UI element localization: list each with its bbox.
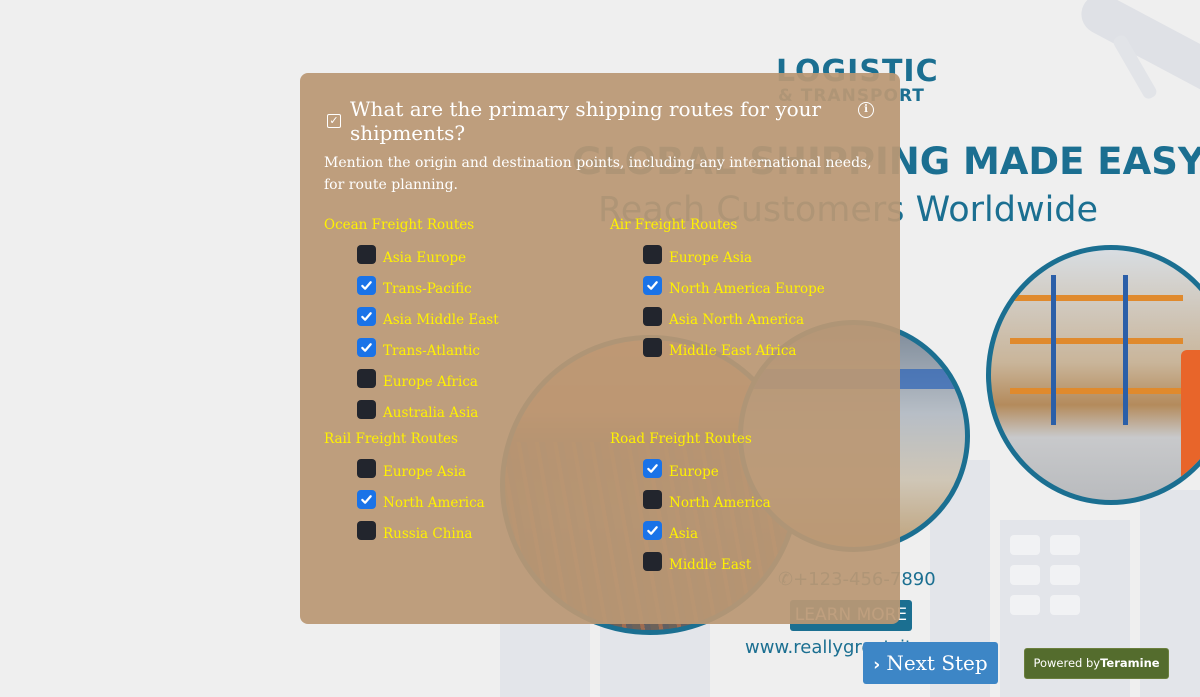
route-checkbox[interactable] <box>643 307 662 326</box>
route-option[interactable]: Middle East Africa <box>643 335 825 366</box>
route-option[interactable]: Asia Europe <box>357 242 499 273</box>
route-option-label: North America <box>669 494 771 511</box>
route-option[interactable]: Russia China <box>357 518 485 549</box>
route-checkbox[interactable] <box>357 490 376 509</box>
question-panel: ✓ What are the primary shipping routes f… <box>300 73 900 624</box>
shelf <box>1010 295 1183 301</box>
route-checkbox[interactable] <box>643 521 662 540</box>
chevron-right-icon: › <box>873 655 881 675</box>
route-checkbox[interactable] <box>357 245 376 264</box>
checkmark-icon <box>647 464 658 473</box>
checkbox-question-icon: ✓ <box>327 114 341 128</box>
route-option[interactable]: Europe <box>643 456 771 487</box>
question-title: What are the primary shipping routes for… <box>350 97 822 145</box>
route-checkbox[interactable] <box>643 490 662 509</box>
route-option[interactable]: Asia Middle East <box>357 304 499 335</box>
group-title: Ocean Freight Routes <box>324 217 475 233</box>
route-option-label: North America Europe <box>669 280 825 297</box>
building-window <box>1050 565 1080 585</box>
building-window <box>1010 535 1040 555</box>
building-window <box>1010 595 1040 615</box>
route-checkbox[interactable] <box>357 307 376 326</box>
powered-by-text: Powered by <box>1033 656 1101 670</box>
group-title: Air Freight Routes <box>610 217 738 233</box>
route-checkbox[interactable] <box>357 521 376 540</box>
route-option[interactable]: Asia North America <box>643 304 825 335</box>
route-checkbox[interactable] <box>643 276 662 295</box>
route-option-label: Asia Europe <box>383 249 467 266</box>
group-title: Rail Freight Routes <box>324 431 458 447</box>
group-rail-freight: Rail Freight Routes Europe Asia North Amer… <box>324 431 485 549</box>
rack-post <box>1123 275 1128 425</box>
route-checkbox[interactable] <box>643 552 662 571</box>
route-option[interactable]: Trans-Atlantic <box>357 335 499 366</box>
building-window <box>1050 535 1080 555</box>
route-checkbox[interactable] <box>643 338 662 357</box>
powered-by-badge[interactable]: Powered byTeramine <box>1024 648 1169 679</box>
checkmark-icon <box>361 281 372 290</box>
route-option[interactable]: North America <box>643 487 771 518</box>
shelf <box>1010 337 1183 344</box>
group-ocean-freight: Ocean Freight Routes Asia Europe Trans-Pac… <box>324 217 499 428</box>
route-option-label: Europe <box>669 463 719 480</box>
route-option[interactable]: Europe Africa <box>357 366 499 397</box>
route-option[interactable]: North America <box>357 487 485 518</box>
route-checkbox[interactable] <box>357 338 376 357</box>
warehouse-forklift-photo <box>986 245 1200 505</box>
info-icon[interactable]: i <box>858 102 874 118</box>
next-step-label: Next Step <box>886 651 988 675</box>
route-option-label: Middle East Africa <box>669 342 797 359</box>
rack-post <box>1051 275 1056 425</box>
route-checkbox[interactable] <box>357 459 376 478</box>
route-checkbox[interactable] <box>357 369 376 388</box>
group-road-freight: Road Freight Routes Europe North America As… <box>610 431 771 580</box>
route-option[interactable]: Asia <box>643 518 771 549</box>
shelf <box>1010 387 1183 394</box>
checkmark-icon <box>361 343 372 352</box>
route-option-label: Europe Asia <box>383 463 467 480</box>
checkmark-icon <box>647 281 658 290</box>
route-option-label: Europe Asia <box>669 249 753 266</box>
route-option[interactable]: Europe Asia <box>643 242 825 273</box>
route-checkbox[interactable] <box>643 459 662 478</box>
checkmark-icon <box>647 526 658 535</box>
group-air-freight: Air Freight Routes Europe Asia North Ameri… <box>610 217 825 366</box>
route-option-label: Australia Asia <box>383 404 479 421</box>
route-option-label: Asia <box>669 525 699 542</box>
route-checkbox[interactable] <box>357 276 376 295</box>
route-checkbox[interactable] <box>643 245 662 264</box>
route-option[interactable]: Australia Asia <box>357 397 499 428</box>
route-option[interactable]: North America Europe <box>643 273 825 304</box>
route-option-label: Middle East <box>669 556 752 573</box>
question-description: Mention the origin and destination point… <box>324 155 872 193</box>
route-option-label: Russia China <box>383 525 473 542</box>
route-option[interactable]: Trans-Pacific <box>357 273 499 304</box>
next-step-button[interactable]: › Next Step <box>863 642 998 684</box>
route-option-label: Asia Middle East <box>383 311 499 328</box>
checkmark-icon <box>361 495 372 504</box>
route-option-label: Trans-Atlantic <box>383 342 480 359</box>
route-option-label: North America <box>383 494 485 511</box>
route-option[interactable]: Middle East <box>643 549 771 580</box>
route-option-label: Europe Africa <box>383 373 478 390</box>
group-title: Road Freight Routes <box>610 431 752 447</box>
route-option-label: Trans-Pacific <box>383 280 472 297</box>
route-option-label: Asia North America <box>669 311 805 328</box>
checkmark-icon <box>361 312 372 321</box>
building-window <box>1010 565 1040 585</box>
route-checkbox[interactable] <box>357 400 376 419</box>
route-option[interactable]: Europe Asia <box>357 456 485 487</box>
building-window <box>1050 595 1080 615</box>
powered-by-brand: Teramine <box>1100 656 1160 670</box>
forklift <box>1181 350 1200 488</box>
